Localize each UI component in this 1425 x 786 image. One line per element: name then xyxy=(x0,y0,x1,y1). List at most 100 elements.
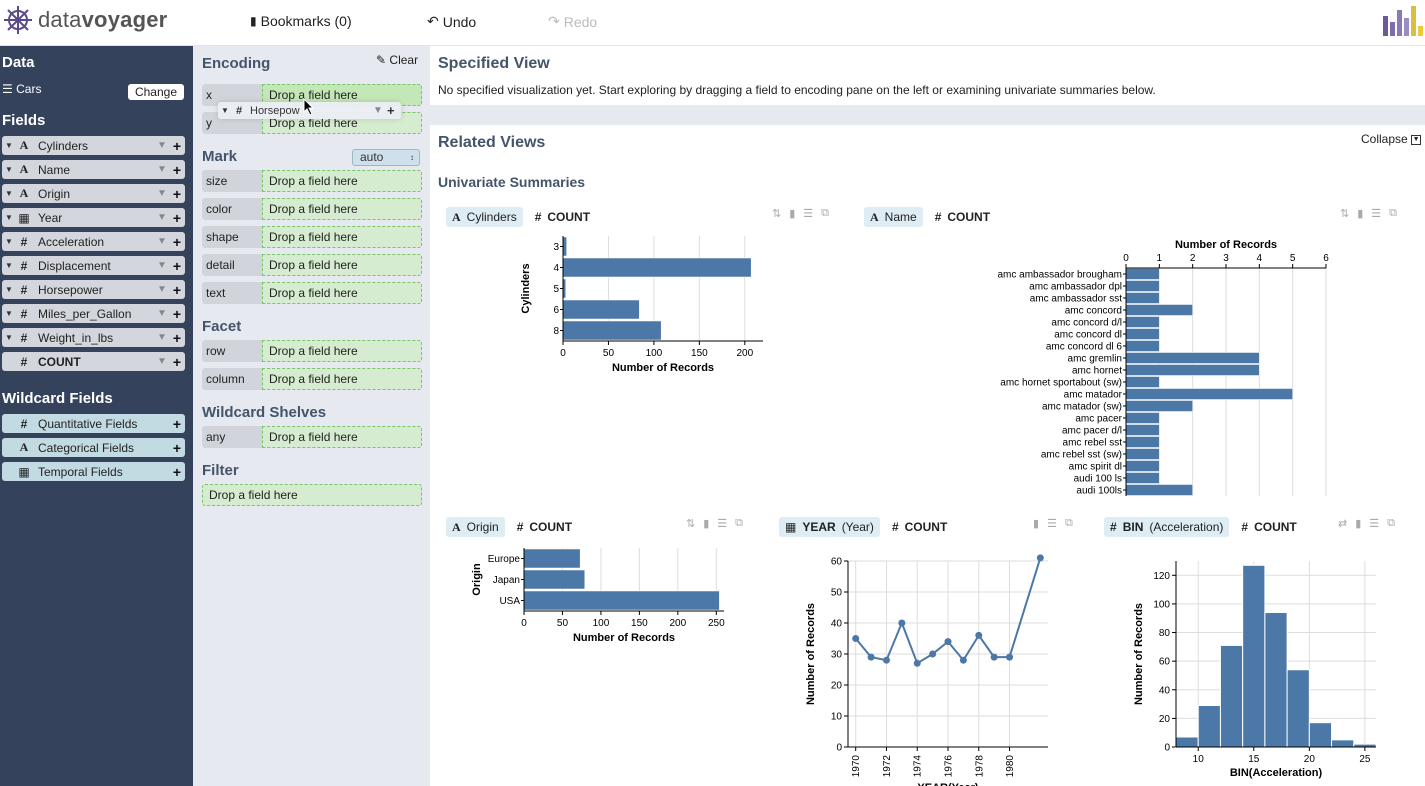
wildcard-field-pill[interactable]: ▦ Temporal Fields + xyxy=(2,462,185,481)
drop-zone[interactable]: Drop a field here xyxy=(262,254,422,276)
add-field-icon[interactable]: + xyxy=(169,330,185,346)
filter-icon[interactable]: ▼ xyxy=(155,188,169,199)
field-pill[interactable]: ▼ # Miles_per_Gallon ▼ + xyxy=(2,304,185,323)
list-icon[interactable]: ☰ xyxy=(1047,517,1057,530)
add-field-icon[interactable]: + xyxy=(169,282,185,298)
field-tag[interactable]: A Cylinders xyxy=(446,207,523,227)
chart-origin-toolbar: ⇅ ▮ ☰ ⧉ xyxy=(686,517,743,530)
clear-button[interactable]: ✎ Clear xyxy=(376,53,418,67)
filter-icon[interactable]: ▼ xyxy=(155,212,169,223)
shelf-row[interactable]: row Drop a field here xyxy=(202,340,422,362)
caret-down-icon[interactable]: ▼ xyxy=(2,213,16,222)
app-logo[interactable]: datavoyager xyxy=(2,4,167,36)
drop-zone[interactable]: Drop a field here xyxy=(262,426,422,448)
field-tag[interactable]: A Origin xyxy=(446,517,505,537)
bookmark-icon[interactable]: ▮ xyxy=(703,517,709,530)
bookmark-icon[interactable]: ▮ xyxy=(1033,517,1039,530)
field-pill[interactable]: ▼ # Weight_in_lbs ▼ + xyxy=(2,328,185,347)
add-field-icon[interactable]: + xyxy=(169,258,185,274)
shelf-label: row xyxy=(202,340,262,362)
add-field-icon[interactable]: + xyxy=(169,416,185,432)
shelf-label: shape xyxy=(202,226,262,248)
caret-down-icon[interactable]: ▼ xyxy=(2,165,16,174)
field-pill[interactable]: # COUNT ▼ + xyxy=(2,352,185,371)
field-pill[interactable]: ▼ A Cylinders ▼ + xyxy=(2,136,185,155)
filter-icon[interactable]: ▼ xyxy=(155,260,169,271)
caret-down-icon[interactable]: ▼ xyxy=(2,261,16,270)
field-pill[interactable]: ▼ # Horsepower ▼ + xyxy=(2,280,185,299)
shelf-any[interactable]: any Drop a field here xyxy=(202,426,422,448)
add-field-icon[interactable]: + xyxy=(169,306,185,322)
shelf-text[interactable]: text Drop a field here xyxy=(202,282,422,304)
drop-zone[interactable]: Drop a field here xyxy=(262,282,422,304)
list-icon[interactable]: ☰ xyxy=(717,517,727,530)
drop-zone[interactable]: Drop a field here xyxy=(262,226,422,248)
field-pill[interactable]: ▼ A Origin ▼ + xyxy=(2,184,185,203)
shelf-detail[interactable]: detail Drop a field here xyxy=(202,254,422,276)
redo-button[interactable]: ↷ Redo xyxy=(548,13,597,30)
add-field-icon[interactable]: + xyxy=(169,186,185,202)
transform-icon[interactable]: ⇄ xyxy=(1338,517,1347,530)
wildcard-field-pill[interactable]: # Quantitative Fields + xyxy=(2,414,185,433)
filter-icon[interactable]: ▼ xyxy=(155,164,169,175)
shelf-shape[interactable]: shape Drop a field here xyxy=(202,226,422,248)
sort-icon[interactable]: ⇅ xyxy=(686,517,695,530)
field-tag[interactable]: A Name xyxy=(864,207,923,227)
add-field-icon[interactable]: + xyxy=(169,354,185,370)
list-icon[interactable]: ☰ xyxy=(803,207,813,220)
shelf-column[interactable]: column Drop a field here xyxy=(202,368,422,390)
list-icon[interactable]: ☰ xyxy=(1369,517,1379,530)
filter-icon[interactable]: ▼ xyxy=(155,356,169,367)
bookmarks-button[interactable]: ▮ Bookmarks (0) xyxy=(250,13,352,29)
caret-down-icon[interactable]: ▼ xyxy=(2,285,16,294)
filter-icon[interactable]: ▼ xyxy=(155,236,169,247)
list-icon[interactable]: ☰ xyxy=(1371,207,1381,220)
caret-down-icon[interactable]: ▼ xyxy=(2,141,16,150)
field-pill[interactable]: ▼ # Displacement ▼ + xyxy=(2,256,185,275)
filter-icon[interactable]: ▼ xyxy=(155,332,169,343)
add-field-icon[interactable]: + xyxy=(169,464,185,480)
filter-icon: ▼ xyxy=(373,105,383,116)
drop-zone[interactable]: Drop a field here xyxy=(262,170,422,192)
shelf-color[interactable]: color Drop a field here xyxy=(202,198,422,220)
field-pill[interactable]: ▼ # Acceleration ▼ + xyxy=(2,232,185,251)
collapse-button[interactable]: Collapse ▼ xyxy=(1361,132,1422,146)
copy-icon[interactable]: ⧉ xyxy=(1387,517,1395,530)
add-field-icon[interactable]: + xyxy=(169,210,185,226)
filter-icon[interactable]: ▼ xyxy=(155,284,169,295)
add-field-icon[interactable]: + xyxy=(169,234,185,250)
field-pill[interactable]: ▼ A Name ▼ + xyxy=(2,160,185,179)
filter-icon[interactable]: ▼ xyxy=(155,308,169,319)
change-dataset-button[interactable]: Change xyxy=(128,84,184,100)
x-axis-title: Number of Records xyxy=(612,362,714,374)
bookmark-icon[interactable]: ▮ xyxy=(789,207,795,220)
filter-icon[interactable]: ▼ xyxy=(155,140,169,151)
wildcard-field-pill[interactable]: A Categorical Fields + xyxy=(2,438,185,457)
caret-down-icon[interactable]: ▼ xyxy=(2,189,16,198)
add-field-icon[interactable]: + xyxy=(169,440,185,456)
undo-button[interactable]: ↶ Undo xyxy=(427,13,476,30)
caret-down-icon[interactable]: ▼ xyxy=(2,333,16,342)
bookmark-icon[interactable]: ▮ xyxy=(1355,517,1361,530)
mark-type-select[interactable]: auto ↕ xyxy=(352,149,420,166)
caret-down-icon[interactable]: ▼ xyxy=(2,237,16,246)
sort-icon[interactable]: ⇅ xyxy=(772,207,781,220)
add-field-icon[interactable]: + xyxy=(169,162,185,178)
copy-icon[interactable]: ⧉ xyxy=(1389,207,1397,220)
copy-icon[interactable]: ⧉ xyxy=(735,517,743,530)
filter-drop-zone[interactable]: Drop a field here xyxy=(202,484,422,506)
sort-icon[interactable]: ⇅ xyxy=(1340,207,1349,220)
field-tag[interactable]: ▦ YEAR (Year) xyxy=(779,517,880,537)
drop-zone[interactable]: Drop a field here xyxy=(262,198,422,220)
field-pill[interactable]: ▼ ▦ Year ▼ + xyxy=(2,208,185,227)
field-tag[interactable]: # BIN (Acceleration) xyxy=(1104,517,1230,537)
drop-zone[interactable]: Drop a field here xyxy=(262,368,422,390)
bookmark-icon[interactable]: ▮ xyxy=(1357,207,1363,220)
drop-zone[interactable]: Drop a field here xyxy=(262,340,422,362)
caret-down-icon[interactable]: ▼ xyxy=(2,309,16,318)
tick-label: 2 xyxy=(1190,253,1196,264)
copy-icon[interactable]: ⧉ xyxy=(821,207,829,220)
add-field-icon[interactable]: + xyxy=(169,138,185,154)
copy-icon[interactable]: ⧉ xyxy=(1065,517,1073,530)
shelf-size[interactable]: size Drop a field here xyxy=(202,170,422,192)
